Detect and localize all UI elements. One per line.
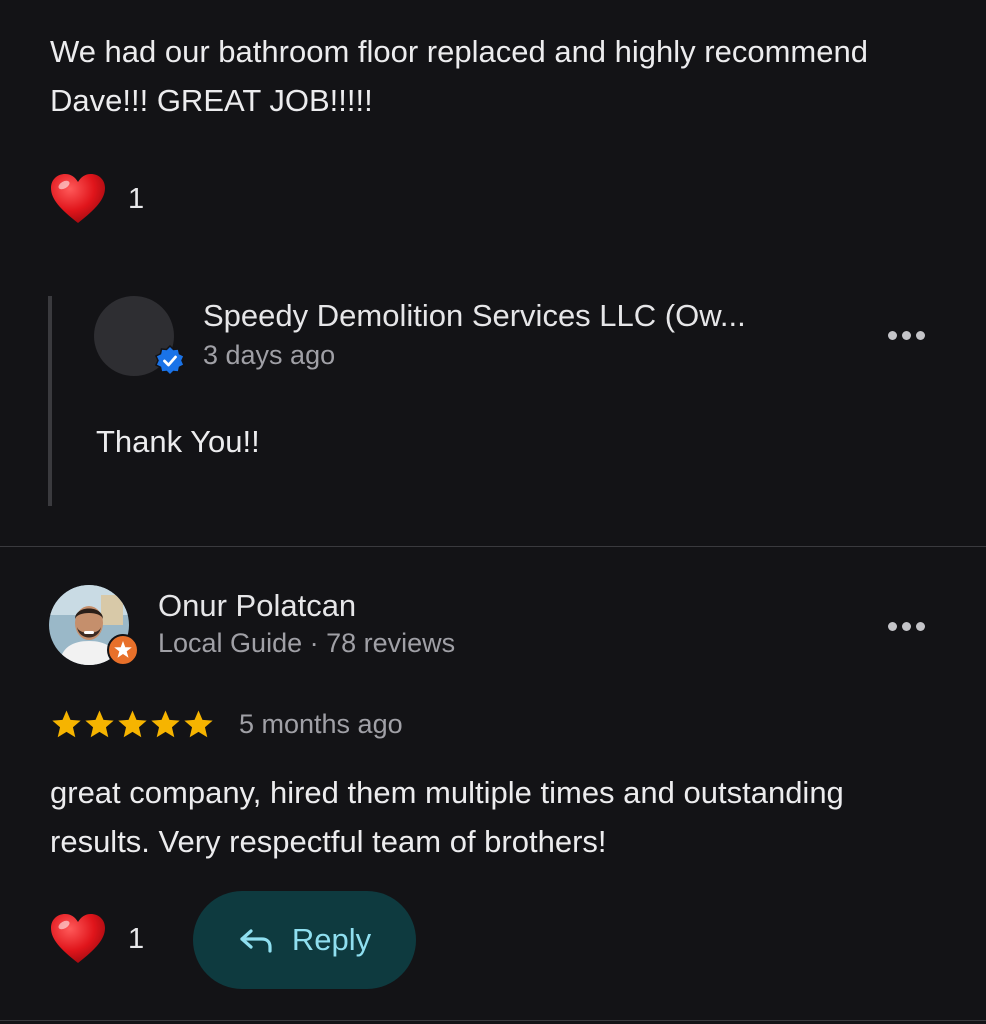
reply-button[interactable]: Reply — [193, 891, 416, 989]
reply-arrow-icon — [240, 929, 272, 953]
star-icon — [118, 710, 147, 738]
review-text: great company, hired them multiple times… — [50, 775, 844, 859]
more-options-icon[interactable] — [888, 622, 925, 631]
reaction-count: 1 — [128, 922, 145, 955]
reviews-page: We had our bathroom floor replaced and h… — [0, 0, 986, 1024]
review-divider — [0, 546, 986, 547]
like-reaction[interactable]: 1 — [50, 913, 144, 965]
reviewer-meta: Local Guide · 78 reviews — [158, 628, 456, 658]
star-icon — [85, 710, 114, 738]
owner-reply-text: Thank You!! — [96, 424, 260, 459]
star-icon — [184, 710, 213, 738]
heart-icon — [51, 914, 105, 963]
owner-reply: Speedy Demolition Services LLC (Ow... 3 … — [48, 296, 948, 506]
local-guide-badge-icon — [107, 634, 139, 666]
review-text: We had our bathroom floor replaced and h… — [50, 34, 868, 118]
more-options-icon[interactable] — [888, 331, 925, 340]
reaction-count: 1 — [128, 182, 145, 215]
star-icon — [52, 710, 81, 738]
review-divider — [0, 1020, 986, 1021]
review-time: 5 months ago — [239, 709, 403, 739]
verified-badge-icon — [155, 345, 185, 377]
reviewer-name[interactable]: Onur Polatcan — [158, 588, 356, 624]
reply-label: Reply — [291, 922, 372, 957]
star-rating: 5 months ago — [50, 708, 403, 741]
heart-icon — [51, 174, 105, 223]
star-icon — [151, 710, 180, 738]
owner-name: Speedy Demolition Services LLC (Ow... — [203, 298, 746, 333]
like-reaction[interactable]: 1 — [50, 173, 144, 225]
owner-reply-time: 3 days ago — [203, 340, 336, 370]
